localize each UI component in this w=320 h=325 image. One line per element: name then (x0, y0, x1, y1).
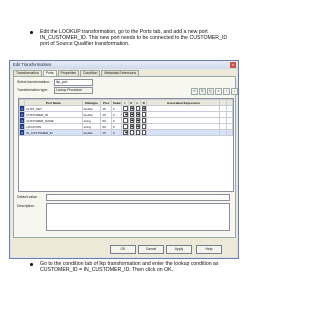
flag-i-cell (121, 129, 129, 136)
bullet-icon (30, 262, 34, 266)
ports-grid: Port Name Datatype Prec Scale I O L R As… (18, 98, 234, 192)
description-label: Description: (17, 204, 35, 208)
checkbox-o[interactable] (129, 112, 134, 117)
flag-r-cell (140, 111, 148, 118)
checkbox-o[interactable] (129, 118, 134, 123)
checkbox-r[interactable] (142, 106, 146, 111)
flag-r-cell (140, 105, 148, 112)
default-value-label: Default value: (17, 195, 38, 199)
scale-cell[interactable]: 0 (110, 129, 123, 136)
flag-r-cell (140, 123, 148, 130)
checkbox-l[interactable] (135, 112, 140, 117)
dialog-titlebar: Edit Transformations x (10, 61, 238, 69)
checkbox-o[interactable] (129, 124, 134, 129)
move-down-icon[interactable]: ↓ (231, 88, 238, 95)
flag-l-cell (133, 117, 142, 124)
paste-icon[interactable]: ⎗ (207, 88, 214, 95)
table-row[interactable]: 5 IN_CUSTOMER_ID double 15 0 (18, 129, 234, 136)
cut-icon[interactable]: ✂ (191, 88, 198, 95)
flag-i-cell (121, 105, 129, 112)
flag-o-cell (127, 123, 135, 130)
checkbox-i[interactable] (123, 112, 128, 117)
checkbox-l[interactable] (135, 124, 140, 129)
ports-panel: Select transformation: lkp_port Transfor… (13, 76, 238, 238)
dialog-title: Edit Transformations (13, 62, 52, 67)
instruction-text: Go to the condition tab of lkp transform… (40, 261, 219, 274)
flag-o-cell (127, 129, 135, 136)
edit-transformations-dialog: Edit Transformations x Transformation Po… (9, 60, 239, 259)
ports-toolbar: ✂ ⎘ ⎗ × ↑ ↓ (191, 88, 238, 95)
precision-cell[interactable]: 15 (100, 129, 112, 136)
checkbox-l[interactable] (135, 106, 140, 111)
flag-o-cell (127, 117, 135, 124)
checkbox-r[interactable] (142, 118, 146, 123)
ok-button[interactable]: OK (110, 245, 136, 254)
apply-button[interactable]: Apply (166, 245, 192, 254)
flag-i-cell (121, 117, 129, 124)
transformation-type-label: Transformation type: (17, 88, 48, 92)
extra-cell (225, 129, 234, 136)
flag-o-cell (127, 105, 135, 112)
close-icon[interactable]: x (230, 62, 236, 68)
flag-l-cell (133, 111, 142, 118)
checkbox-l[interactable] (135, 118, 140, 123)
flag-i-cell (121, 111, 129, 118)
help-button[interactable]: Help (196, 245, 222, 254)
checkbox-r[interactable] (142, 112, 146, 117)
datatype-cell[interactable]: double (81, 129, 102, 136)
port-name-cell[interactable]: IN_CUSTOMER_ID (24, 129, 83, 136)
checkbox-i[interactable] (123, 130, 128, 135)
checkbox-r[interactable] (142, 130, 146, 135)
flag-r-cell (140, 117, 148, 124)
checkbox-l[interactable] (135, 130, 140, 135)
select-transformation-field[interactable]: lkp_port (54, 79, 93, 86)
associated-expression-cell[interactable] (146, 129, 221, 136)
flag-o-cell (127, 111, 135, 118)
flag-r-cell (140, 129, 148, 136)
description-field[interactable] (46, 203, 230, 231)
flag-i-cell (121, 123, 129, 130)
checkbox-r[interactable] (142, 124, 146, 129)
flag-l-cell (133, 123, 142, 130)
port-rows: 1 CUST_KEY double 15 0 2 CUSTOMER_ID double 15 0 3… (18, 105, 234, 136)
checkbox-o[interactable] (129, 130, 134, 135)
flag-l-cell (133, 105, 142, 112)
cancel-button[interactable]: Cancel (138, 245, 164, 254)
select-transformation-label: Select transformation: (17, 80, 50, 84)
checkbox-i[interactable] (123, 124, 128, 129)
bullet-icon (30, 30, 34, 34)
checkbox-i[interactable] (123, 106, 128, 111)
instruction-text: Edit the LOOKUP transformation, go to th… (40, 29, 228, 48)
transformation-type-field: Lookup Procedure (54, 87, 93, 94)
flag-l-cell (133, 129, 142, 136)
checkbox-i[interactable] (123, 118, 128, 123)
move-up-icon[interactable]: ↑ (223, 88, 230, 95)
checkbox-o[interactable] (129, 106, 134, 111)
default-value-field[interactable] (46, 194, 230, 201)
copy-icon[interactable]: ⎘ (199, 88, 206, 95)
delete-icon[interactable]: × (215, 88, 222, 95)
